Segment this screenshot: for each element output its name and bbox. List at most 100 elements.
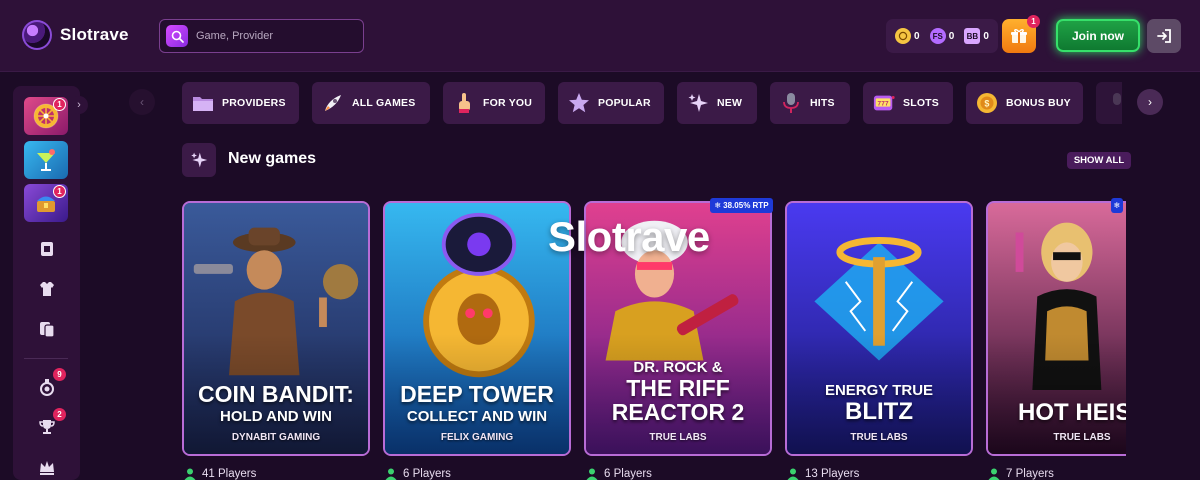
player-icon [385, 468, 397, 480]
game-title-line: HOLD AND WIN [220, 408, 332, 425]
join-now-button[interactable]: Join now [1056, 19, 1140, 52]
game-title-line: BLITZ [845, 398, 913, 425]
brand-logo-icon [22, 20, 52, 50]
category-label: BONUS BUY [1006, 97, 1071, 109]
bonus-balance: BB 0 [964, 28, 989, 44]
sidebar-item-trophy[interactable]: 2 [34, 408, 66, 440]
player-count-value: 6 Players [403, 468, 451, 480]
category-for-you[interactable]: FOR YOU [443, 82, 545, 124]
game-title-line: DR. ROCK & [633, 359, 723, 376]
category-bonus-buy[interactable]: $ BONUS BUY [966, 82, 1083, 124]
categories-next-button[interactable]: › [1137, 89, 1163, 115]
game-card[interactable]: COIN BANDIT: HOLD AND WIN DYNABIT GAMING [182, 201, 370, 456]
game-card[interactable]: DEEP TOWER COLLECT AND WIN FELIX GAMING [383, 201, 571, 456]
brand-logo[interactable]: Slotrave [22, 20, 129, 50]
crown-icon [40, 461, 54, 475]
coin-balance-value: 0 [914, 30, 920, 42]
search-input[interactable] [196, 30, 356, 42]
player-count-value: 6 Players [604, 468, 652, 480]
game-title-line: DEEP TOWER [400, 381, 554, 407]
sidebar-tile-cocktail[interactable] [24, 141, 68, 179]
game-provider: TRUE LABS [649, 432, 707, 443]
sidebar-tile-treasure[interactable]: 1 [24, 184, 68, 222]
game-card[interactable]: ENERGY TRUE BLITZ TRUE LABS [785, 201, 973, 456]
game-title-line: COIN BANDIT: [198, 381, 354, 407]
svg-text:777: 777 [877, 100, 888, 107]
search-icon[interactable] [166, 25, 188, 47]
top-header: Slotrave 0 FS 0 BB 0 1 Joi [0, 0, 1200, 72]
sidebar-item-card[interactable] [34, 236, 60, 262]
game-provider: DYNABIT GAMING [231, 432, 321, 443]
medal-icon [40, 379, 54, 396]
category-new[interactable]: NEW [677, 82, 757, 124]
game-card[interactable]: HOT HEIST TRUE LABS [986, 201, 1126, 456]
player-count: 7 Players [988, 468, 1054, 480]
cocktail-icon [37, 149, 55, 171]
category-label: NEW [717, 97, 743, 109]
game-title-line: COLLECT AND WIN [406, 408, 548, 425]
category-slots[interactable]: 777 SLOTS [863, 82, 953, 124]
sidebar-divider [24, 358, 68, 359]
category-hits[interactable]: HITS [770, 82, 850, 124]
login-button[interactable] [1147, 19, 1181, 53]
category-all-games[interactable]: ALL GAMES [312, 82, 430, 124]
trophy-icon [39, 420, 55, 434]
microphone-icon [1106, 92, 1122, 114]
freespin-balance: FS 0 [929, 28, 955, 44]
snowflake-icon: ❄ [714, 201, 722, 210]
chevron-right-icon: › [77, 99, 81, 111]
sparkles-icon [687, 92, 709, 114]
sidebar-item-medal[interactable]: 9 [34, 368, 66, 400]
gift-badge: 1 [1027, 15, 1040, 28]
card-icon [41, 242, 53, 256]
category-bar: PROVIDERS ALL GAMES FOR YOU POPULAR NEW … [182, 82, 1122, 124]
section-title: New games [228, 150, 317, 167]
game-provider: FELIX GAMING [440, 432, 514, 443]
search-box[interactable] [159, 19, 364, 53]
coin-icon: $ [976, 92, 998, 114]
sidebar-tile-wheel[interactable]: 1 [24, 97, 68, 135]
bonus-balance-value: 0 [983, 30, 989, 42]
categories-prev-button[interactable]: ‹ [129, 89, 155, 115]
medal-badge: 9 [53, 368, 66, 381]
sidebar-expand-toggle[interactable]: › [70, 96, 88, 114]
chevron-left-icon: ‹ [140, 95, 144, 109]
microphone-icon [780, 92, 802, 114]
game-provider: TRUE LABS [850, 432, 908, 443]
player-icon [988, 468, 1000, 480]
player-count-value: 13 Players [805, 468, 860, 480]
player-count: 41 Players [184, 468, 256, 480]
game-title-line: THE RIFF [626, 375, 730, 401]
coin-balance: 0 [895, 28, 920, 44]
trophy-badge: 2 [53, 408, 66, 421]
currency-balances[interactable]: 0 FS 0 BB 0 [886, 19, 998, 53]
freespin-balance-value: 0 [948, 30, 955, 42]
treasure-badge: 1 [53, 185, 66, 198]
category-providers[interactable]: PROVIDERS [182, 82, 299, 124]
player-count: 6 Players [586, 468, 652, 480]
pointing-hand-icon [453, 92, 475, 114]
player-icon [184, 468, 196, 480]
brand-name: Slotrave [60, 25, 129, 44]
show-all-button[interactable]: SHOW ALL [1067, 152, 1131, 169]
sidebar-item-crown[interactable] [34, 454, 60, 480]
game-provider: TRUE LABS [1053, 432, 1111, 443]
category-more[interactable] [1096, 82, 1122, 124]
gift-button[interactable]: 1 [1002, 15, 1040, 53]
rtp-badge: ❄ 38.05% RTP [710, 198, 773, 213]
player-count: 13 Players [787, 468, 859, 480]
game-title-line: ENERGY TRUE [824, 382, 934, 399]
rocket-icon [322, 92, 344, 114]
coin-icon [895, 28, 912, 44]
player-icon [586, 468, 598, 480]
sidebar-item-shirt[interactable] [34, 276, 60, 302]
category-popular[interactable]: POPULAR [558, 82, 664, 124]
freespin-icon: FS [929, 28, 946, 44]
new-games-icon [182, 143, 216, 177]
player-icon [787, 468, 799, 480]
wheel-badge: 1 [53, 98, 66, 111]
shirt-icon [40, 282, 54, 296]
sidebar-item-cards[interactable] [34, 316, 60, 342]
rtp-value: 38.05% RTP [723, 201, 769, 210]
rtp-badge: ❄ [1111, 198, 1123, 213]
